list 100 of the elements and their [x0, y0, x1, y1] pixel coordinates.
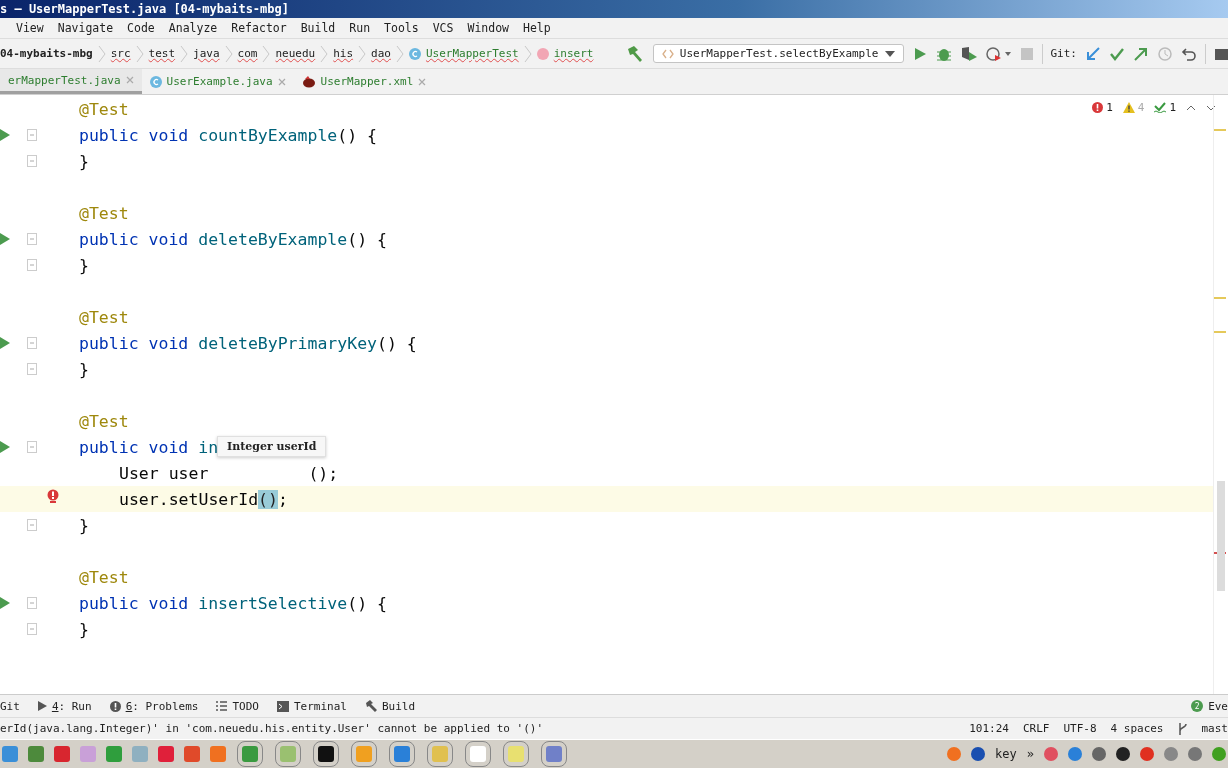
- taskbar-app-icon[interactable]: [280, 746, 296, 762]
- breadcrumb[interactable]: src: [110, 47, 131, 60]
- breadcrumb[interactable]: UserMapperTest: [425, 47, 519, 60]
- taskbar-app-icon[interactable]: [2, 746, 18, 762]
- close-icon[interactable]: [125, 76, 134, 84]
- chevron-icon: [180, 44, 189, 63]
- menu-item[interactable]: Help: [517, 21, 559, 35]
- undo-icon[interactable]: [1181, 45, 1197, 62]
- taskbar-app-icon[interactable]: [132, 746, 148, 762]
- warning-icon: [1122, 102, 1135, 113]
- list-icon: [216, 701, 228, 711]
- run-icon[interactable]: [0, 337, 10, 349]
- chevron-icon: [523, 44, 532, 63]
- branch-icon: [1177, 721, 1188, 736]
- taskbar-app-icon[interactable]: [184, 746, 200, 762]
- taskbar-app-icon[interactable]: [394, 746, 410, 762]
- fold-icon[interactable]: [27, 129, 37, 141]
- stop-icon[interactable]: [1019, 46, 1034, 61]
- shield-run-icon[interactable]: [959, 45, 978, 62]
- clock-icon[interactable]: [1157, 45, 1173, 62]
- fold-icon[interactable]: [27, 233, 37, 245]
- taskbar-app-icon[interactable]: [318, 746, 334, 762]
- fold-icon[interactable]: [27, 623, 37, 635]
- code-line: User user ();: [119, 463, 339, 483]
- breadcrumb[interactable]: 04-mybaits-mbg: [0, 47, 93, 60]
- menu-item[interactable]: Build: [294, 21, 344, 35]
- menu-item[interactable]: Analyze: [162, 21, 226, 35]
- fold-icon[interactable]: [27, 259, 37, 271]
- error-icon[interactable]: [47, 489, 59, 503]
- error-count[interactable]: 1: [1092, 101, 1113, 114]
- breadcrumb[interactable]: com: [237, 47, 258, 60]
- fold-icon[interactable]: [27, 519, 37, 531]
- typo-count[interactable]: 1: [1154, 101, 1176, 114]
- menu-item[interactable]: Tools: [378, 21, 427, 35]
- arrow-icon[interactable]: [1085, 45, 1101, 62]
- fold-icon[interactable]: [27, 337, 37, 349]
- status-item[interactable]: 4 spaces: [1110, 722, 1164, 735]
- taskbar-app-icon[interactable]: [80, 746, 96, 762]
- menu-item[interactable]: VCS: [426, 21, 462, 35]
- status-item[interactable]: mast: [1201, 722, 1228, 735]
- menu-item[interactable]: Run: [343, 21, 379, 35]
- git-label: Git:: [1050, 47, 1077, 60]
- menu-item[interactable]: Refactor: [225, 21, 295, 35]
- breadcrumb[interactable]: neuedu: [275, 47, 316, 60]
- run-icon: [37, 701, 47, 711]
- close-icon[interactable]: [418, 77, 427, 86]
- taskbar-app-icon[interactable]: [546, 746, 562, 762]
- menu-item[interactable]: View: [10, 21, 52, 35]
- status-item[interactable]: 101:24: [969, 722, 1009, 735]
- breadcrumb[interactable]: insert: [553, 47, 594, 60]
- tool-window-button[interactable]: Terminal: [277, 699, 347, 713]
- scrollbar-thumb[interactable]: [1217, 481, 1225, 591]
- run-icon[interactable]: [0, 233, 10, 245]
- status-item[interactable]: UTF-8: [1063, 722, 1097, 735]
- up-icon[interactable]: [1186, 103, 1196, 112]
- run-icon[interactable]: [0, 129, 10, 141]
- tool-window-button[interactable]: 6: Problems: [109, 699, 199, 713]
- chevron-icon: [358, 44, 367, 63]
- editor-tab[interactable]: UserMapper.xml: [293, 69, 435, 94]
- taskbar-app-icon[interactable]: [106, 746, 122, 762]
- breadcrumb[interactable]: dao: [371, 47, 391, 60]
- tool-window-button[interactable]: Build: [364, 699, 416, 713]
- close-icon[interactable]: [277, 77, 286, 86]
- taskbar-app-icon[interactable]: [28, 746, 44, 762]
- taskbar-app-icon[interactable]: [158, 746, 174, 762]
- arrow-icon[interactable]: [1133, 45, 1149, 62]
- run-icon[interactable]: [0, 441, 10, 453]
- run-icon[interactable]: [0, 597, 10, 609]
- menu-item[interactable]: Window: [461, 21, 517, 35]
- editor-tab[interactable]: erMapperTest.java: [0, 69, 142, 94]
- method-icon: [536, 47, 549, 60]
- taskbar-app-icon[interactable]: [356, 746, 372, 762]
- run-configuration-dropdown[interactable]: UserMapperTest.selectByExample: [652, 44, 904, 63]
- menu-item[interactable]: Navigate: [51, 21, 122, 35]
- menu-item[interactable]: Code: [121, 21, 163, 35]
- fold-icon[interactable]: [27, 441, 37, 453]
- taskbar-app-icon[interactable]: [210, 746, 226, 762]
- expand-button[interactable]: »: [1026, 747, 1034, 761]
- taskbar-app-icon[interactable]: [470, 746, 486, 762]
- breadcrumb[interactable]: test: [148, 47, 176, 60]
- taskbar-app-icon[interactable]: [54, 746, 70, 762]
- breadcrumb[interactable]: his: [333, 47, 354, 60]
- tool-window-button[interactable]: 4: Run: [37, 699, 92, 713]
- tray-icon[interactable]: [971, 747, 986, 761]
- editor-tab[interactable]: UserExample.java: [141, 69, 294, 94]
- language-bar-label[interactable]: key: [995, 747, 1017, 761]
- fold-icon[interactable]: [27, 597, 37, 609]
- breadcrumb[interactable]: java: [193, 47, 220, 60]
- event-log-button[interactable]: 2 Eve: [1191, 699, 1228, 713]
- code-line: public void deleteByExample() {: [79, 229, 387, 249]
- check-icon: [1154, 102, 1167, 113]
- tool-window-button[interactable]: Git: [0, 699, 20, 713]
- fold-icon[interactable]: [27, 155, 37, 167]
- tool-window-button[interactable]: TODO: [216, 699, 259, 713]
- tray-icon[interactable]: [1116, 747, 1130, 761]
- down-icon[interactable]: [1206, 103, 1216, 112]
- profiler-icon[interactable]: [985, 45, 1012, 62]
- status-item[interactable]: CRLF: [1022, 722, 1050, 735]
- taskbar-app-icon[interactable]: [242, 746, 258, 762]
- fold-icon[interactable]: [27, 363, 37, 375]
